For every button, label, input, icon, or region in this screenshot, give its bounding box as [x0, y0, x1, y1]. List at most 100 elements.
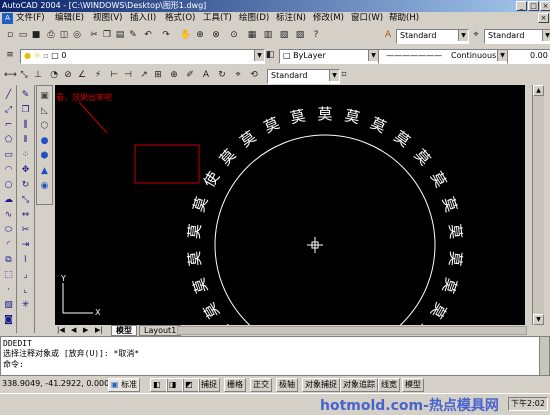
- menu-format[interactable]: 格式(O): [165, 12, 195, 25]
- horizontal-scrollbar[interactable]: [177, 326, 527, 335]
- hatch-icon[interactable]: ▧: [2, 299, 15, 312]
- break-icon[interactable]: ⌇: [19, 254, 32, 267]
- explode-icon[interactable]: ✳: [19, 299, 32, 312]
- redo-icon[interactable]: ↷: [160, 29, 172, 41]
- cylinder-icon[interactable]: ⬢: [38, 150, 51, 163]
- ordinate-dim-icon[interactable]: ⊥: [32, 69, 44, 81]
- command-window[interactable]: DDEDIT 选择注释对象或 [放弃(U)]: *取消* 命令:: [0, 336, 550, 376]
- point-icon[interactable]: ·: [2, 284, 15, 297]
- copy-icon[interactable]: ❐: [101, 29, 113, 41]
- minimize-button[interactable]: _: [516, 1, 527, 11]
- sphere-icon[interactable]: ●: [38, 135, 51, 148]
- undo-icon[interactable]: ↶: [142, 29, 154, 41]
- menu-draw[interactable]: 绘图(D): [239, 12, 269, 25]
- preview-icon[interactable]: ◫: [58, 29, 70, 41]
- spline-icon[interactable]: ∿: [2, 209, 15, 222]
- markup-icon[interactable]: ▨: [294, 29, 306, 41]
- fillet-icon[interactable]: ⌞: [19, 284, 32, 297]
- command-prompt[interactable]: 命令:: [3, 360, 24, 370]
- erase-icon[interactable]: ✎: [19, 89, 32, 102]
- diameter-dim-icon[interactable]: ⊘: [62, 69, 74, 81]
- continue-dim-icon[interactable]: ⊣: [122, 69, 134, 81]
- text-style-select[interactable]: Standard ▼: [396, 29, 469, 44]
- scale-icon[interactable]: ⤡: [19, 194, 32, 207]
- trim-icon[interactable]: ✂: [19, 224, 32, 237]
- line-icon[interactable]: ╱: [2, 89, 15, 102]
- design-center-icon[interactable]: ▥: [262, 29, 274, 41]
- dim-override-icon[interactable]: ⟲: [248, 69, 260, 81]
- tab-first-icon[interactable]: |◀: [57, 326, 65, 334]
- move-icon[interactable]: ✥: [19, 164, 32, 177]
- box-icon[interactable]: ▣: [38, 90, 51, 103]
- dim-style-icon[interactable]: ⌖: [232, 69, 244, 81]
- circle-icon[interactable]: ○: [2, 179, 15, 192]
- ucs-standard-button[interactable]: ▣ 标准: [108, 378, 141, 392]
- doc-close-button[interactable]: ×: [538, 13, 549, 23]
- offset-icon[interactable]: ⫴: [19, 134, 32, 147]
- tool-palettes-icon[interactable]: ▧: [278, 29, 290, 41]
- menu-edit[interactable]: 编辑(E): [55, 12, 84, 25]
- app-icon[interactable]: A: [2, 13, 13, 24]
- plot-icon[interactable]: ⎙: [45, 29, 57, 41]
- array-icon[interactable]: ⁘: [19, 149, 32, 162]
- tab-last-icon[interactable]: ▶|: [95, 326, 103, 334]
- status-snap[interactable]: 捕捉: [198, 378, 220, 392]
- chamfer-icon[interactable]: ⌟: [19, 269, 32, 282]
- command-scrollbar[interactable]: [539, 337, 549, 375]
- zoom-realtime-icon[interactable]: ⊕: [194, 29, 206, 41]
- status-polar[interactable]: 极轴: [276, 378, 298, 392]
- status-grid[interactable]: 栅格: [224, 378, 246, 392]
- construction-line-icon[interactable]: ⤢: [2, 104, 15, 117]
- status-osnap[interactable]: 对象捕捉: [302, 378, 340, 392]
- match-properties-icon[interactable]: ✎: [127, 29, 139, 41]
- wedge-icon[interactable]: ◺: [38, 105, 51, 118]
- pan-icon[interactable]: ✋: [180, 29, 192, 41]
- cube-icon[interactable]: ⬡: [38, 120, 51, 133]
- tab-prev-icon[interactable]: ◀: [71, 326, 76, 334]
- quick-dim-icon[interactable]: ⚡: [92, 69, 104, 81]
- baseline-dim-icon[interactable]: ⊢: [108, 69, 120, 81]
- dim-text-edit-icon[interactable]: A: [200, 69, 212, 81]
- scroll-up-icon[interactable]: ▲: [533, 85, 544, 96]
- dim-style-manager-icon[interactable]: ⌗: [338, 69, 350, 81]
- properties-icon[interactable]: ▦: [246, 29, 258, 41]
- cut-icon[interactable]: ✂: [88, 29, 100, 41]
- menu-insert[interactable]: 插入(I): [130, 12, 156, 25]
- linetype-select[interactable]: ——————— Continuous ▼: [378, 49, 508, 64]
- tab-layout1[interactable]: Layout1: [139, 325, 182, 336]
- menu-modify[interactable]: 修改(M): [313, 12, 344, 25]
- dim-style-select[interactable]: Standard ▼: [484, 29, 550, 44]
- menu-file[interactable]: 文件(F): [16, 12, 45, 25]
- new-icon[interactable]: ▫: [4, 29, 16, 41]
- torus-icon[interactable]: ◉: [38, 180, 51, 193]
- polygon-icon[interactable]: ⬠: [2, 134, 15, 147]
- maximize-button[interactable]: □: [528, 1, 539, 11]
- layer-manager-icon[interactable]: ≡: [4, 49, 16, 61]
- paste-icon[interactable]: ▤: [114, 29, 126, 41]
- lineweight-select[interactable]: 0.00: [507, 49, 550, 64]
- tolerance-icon[interactable]: ⊞: [152, 69, 164, 81]
- menu-window[interactable]: 窗口(W): [351, 12, 383, 25]
- layer-select[interactable]: ● ☼ ▫ □ 0 ▼: [20, 49, 265, 64]
- rectangle-icon[interactable]: ▭: [2, 149, 15, 162]
- dim-update-icon[interactable]: ↻: [216, 69, 228, 81]
- aligned-dim-icon[interactable]: ⤡: [18, 69, 30, 81]
- menu-tools[interactable]: 工具(T): [203, 12, 232, 25]
- status-ortho[interactable]: 正交: [250, 378, 272, 392]
- help-icon[interactable]: ?: [310, 29, 322, 41]
- status-model[interactable]: 模型: [402, 378, 424, 392]
- tab-model[interactable]: 模型: [111, 325, 137, 336]
- status-lineweight[interactable]: 线宽: [378, 378, 400, 392]
- color-select[interactable]: □ ByLayer ▼: [279, 49, 379, 64]
- open-icon[interactable]: ▭: [17, 29, 29, 41]
- revision-cloud-icon[interactable]: ☁: [2, 194, 15, 207]
- scroll-down-icon[interactable]: ▼: [533, 314, 544, 325]
- make-block-icon[interactable]: ⬚: [2, 269, 15, 282]
- stretch-icon[interactable]: ⇔: [19, 209, 32, 222]
- ellipse-arc-icon[interactable]: ◜: [2, 239, 15, 252]
- menu-view[interactable]: 视图(V): [93, 12, 122, 25]
- insert-block-icon[interactable]: ⧉: [2, 254, 15, 267]
- publish-icon[interactable]: ◎: [71, 29, 83, 41]
- zoom-window-icon[interactable]: ⊗: [210, 29, 222, 41]
- cone-icon[interactable]: ▲: [38, 165, 51, 178]
